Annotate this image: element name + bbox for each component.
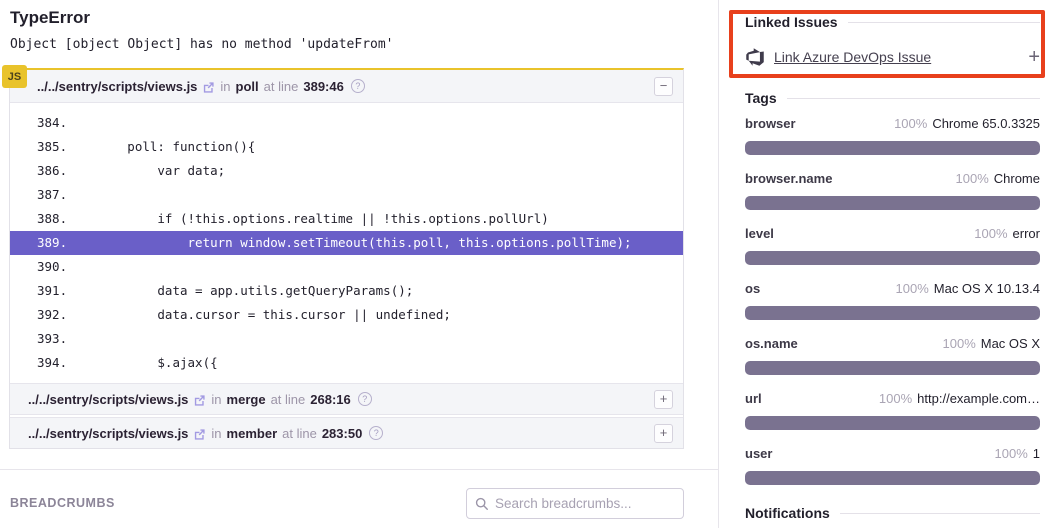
link-azure-devops-row[interactable]: Link Azure DevOps Issue + <box>745 45 1040 69</box>
external-link-icon[interactable] <box>193 428 206 441</box>
source-code-context: 384.385. poll: function(){386. var data;… <box>10 103 683 383</box>
tag-row[interactable]: level 100% error <box>745 226 1040 265</box>
frame-filename: ../../sentry/scripts/views.js <box>28 392 188 407</box>
notifications-heading: Notifications <box>745 505 1040 521</box>
frame-in-label: in <box>211 392 221 407</box>
tag-name: os.name <box>745 336 798 351</box>
tag-percent: 100% <box>896 281 929 296</box>
tag-progress-bar <box>745 251 1040 265</box>
code-line: 386. var data; <box>10 159 683 183</box>
code-line: 385. poll: function(){ <box>10 135 683 159</box>
code-line: 393. <box>10 327 683 351</box>
tag-name: user <box>745 446 772 461</box>
code-line: 384. <box>10 111 683 135</box>
tag-percent: 100% <box>974 226 1007 241</box>
add-linked-issue-button[interactable]: + <box>1028 47 1040 67</box>
frame-atline-label: at line <box>282 426 317 441</box>
code-line: 388. if (!this.options.realtime || !this… <box>10 207 683 231</box>
tag-value: Chrome 65.0.3325 <box>932 116 1040 131</box>
collapse-frame-button[interactable]: − <box>654 77 673 96</box>
tag-row[interactable]: user 100% 1 <box>745 446 1040 485</box>
tag-progress-bar <box>745 306 1040 320</box>
search-input[interactable] <box>495 496 675 511</box>
frame-line-number: 268:16 <box>310 392 350 407</box>
tag-value: 1 <box>1033 446 1040 461</box>
tag-row[interactable]: browser 100% Chrome 65.0.3325 <box>745 116 1040 155</box>
help-circle-icon[interactable]: ? <box>358 392 372 406</box>
tag-percent: 100% <box>894 116 927 131</box>
tags-list: browser 100% Chrome 65.0.3325 browser.nam… <box>745 116 1040 485</box>
tag-percent: 100% <box>956 171 989 186</box>
code-line: 394. $.ajax({ <box>10 351 683 375</box>
code-line: 392. data.cursor = this.cursor || undefi… <box>10 303 683 327</box>
tag-value: http://example.com… <box>917 391 1040 406</box>
expand-frame-button[interactable]: + <box>654 424 673 443</box>
link-azure-devops-link[interactable]: Link Azure DevOps Issue <box>774 49 931 65</box>
expand-frame-button[interactable]: + <box>654 390 673 409</box>
frame-filename: ../../sentry/scripts/views.js <box>28 426 188 441</box>
tag-percent: 100% <box>879 391 912 406</box>
linked-issues-heading: Linked Issues <box>745 14 1040 30</box>
tag-value: Chrome <box>994 171 1040 186</box>
tags-heading: Tags <box>745 90 1040 106</box>
code-line: 389. return window.setTimeout(this.poll,… <box>10 231 683 255</box>
frame-in-label: in <box>220 79 230 94</box>
frame-in-label: in <box>211 426 221 441</box>
tag-percent: 100% <box>995 446 1028 461</box>
tag-row[interactable]: os.name 100% Mac OS X <box>745 336 1040 375</box>
tag-value: error <box>1013 226 1040 241</box>
sidebar-divider <box>718 0 719 528</box>
frame-atline-label: at line <box>271 392 306 407</box>
tag-name: level <box>745 226 774 241</box>
external-link-icon[interactable] <box>202 81 215 94</box>
tag-name: os <box>745 281 760 296</box>
help-circle-icon[interactable]: ? <box>351 79 365 93</box>
issue-sidebar: Linked Issues Link Azure DevOps Issue + … <box>745 0 1040 521</box>
stacktrace-box: ../../sentry/scripts/views.js in poll at… <box>9 68 684 449</box>
section-divider <box>0 469 718 470</box>
help-circle-icon[interactable]: ? <box>369 426 383 440</box>
frame-filename: ../../sentry/scripts/views.js <box>37 79 197 94</box>
tag-progress-bar <box>745 416 1040 430</box>
tag-value: Mac OS X 10.13.4 <box>934 281 1040 296</box>
tag-row[interactable]: url 100% http://example.com… <box>745 391 1040 430</box>
frame-line-number: 283:50 <box>322 426 362 441</box>
frame-line-number: 389:46 <box>303 79 343 94</box>
code-line: 387. <box>10 183 683 207</box>
code-line: 391. data = app.utils.getQueryParams(); <box>10 279 683 303</box>
external-link-icon[interactable] <box>193 394 206 407</box>
tag-progress-bar <box>745 196 1040 210</box>
tag-name: url <box>745 391 762 406</box>
platform-js-badge: JS <box>2 65 27 88</box>
tag-name: browser.name <box>745 171 832 186</box>
frame-function: merge <box>227 392 266 407</box>
search-icon <box>475 497 489 511</box>
frame-function: member <box>227 426 278 441</box>
tag-percent: 100% <box>943 336 976 351</box>
tag-progress-bar <box>745 361 1040 375</box>
breadcrumbs-search[interactable] <box>466 488 684 519</box>
code-line: 390. <box>10 255 683 279</box>
error-message: Object [object Object] has no method 'up… <box>10 37 394 52</box>
tag-progress-bar <box>745 141 1040 155</box>
frame-function: poll <box>236 79 259 94</box>
breadcrumbs-heading: BREADCRUMBS <box>10 496 115 510</box>
tag-name: browser <box>745 116 796 131</box>
frame-atline-label: at line <box>264 79 299 94</box>
stack-frame-header[interactable]: ../../sentry/scripts/views.js in poll at… <box>10 70 683 103</box>
stack-frame-header[interactable]: ../../sentry/scripts/views.js in merge a… <box>10 383 683 415</box>
azure-devops-icon <box>745 47 765 67</box>
error-title: TypeError <box>10 8 90 28</box>
tag-row[interactable]: os 100% Mac OS X 10.13.4 <box>745 281 1040 320</box>
tag-row[interactable]: browser.name 100% Chrome <box>745 171 1040 210</box>
tag-value: Mac OS X <box>981 336 1040 351</box>
stack-frame-header[interactable]: ../../sentry/scripts/views.js in member … <box>10 417 683 448</box>
tag-progress-bar <box>745 471 1040 485</box>
